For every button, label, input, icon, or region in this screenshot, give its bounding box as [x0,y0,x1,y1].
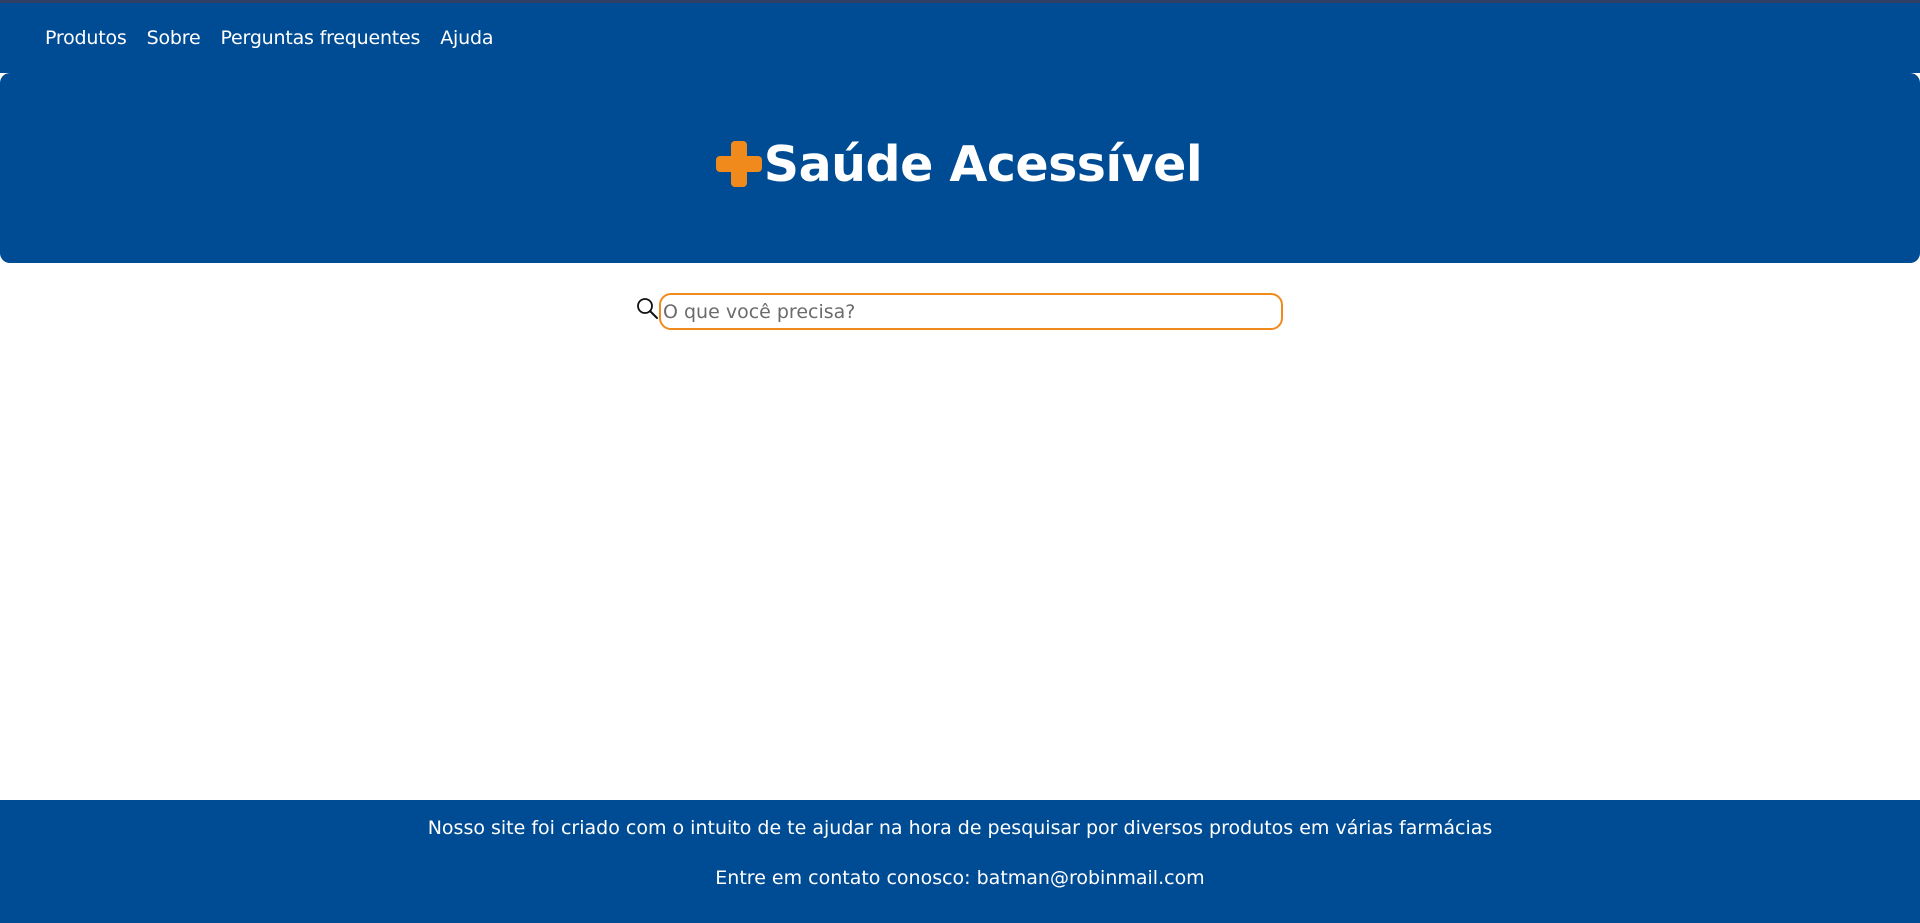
search-input[interactable] [659,293,1283,330]
nav-link-ajuda[interactable]: Ajuda [440,27,493,49]
nav-link-perguntas-frequentes[interactable]: Perguntas frequentes [220,27,420,49]
nav-link-sobre[interactable]: Sobre [147,27,201,49]
search-bar [635,293,1283,330]
hero-banner: Saúde Acessível [0,73,1920,263]
page: Produtos Sobre Perguntas frequentes Ajud… [0,0,1920,923]
search-icon[interactable] [635,296,659,320]
footer: Nosso site foi criado com o intuito de t… [0,800,1920,923]
nav-link-produtos[interactable]: Produtos [45,27,127,49]
plus-cross-icon [714,139,764,189]
footer-contact-text: Entre em contato conosco: batman@robinma… [715,867,1205,889]
site-title: Saúde Acessível [763,135,1203,193]
site-logo[interactable]: Saúde Acessível [714,135,1203,193]
footer-about-text: Nosso site foi criado com o intuito de t… [427,817,1493,839]
navbar: Produtos Sobre Perguntas frequentes Ajud… [0,3,1920,73]
